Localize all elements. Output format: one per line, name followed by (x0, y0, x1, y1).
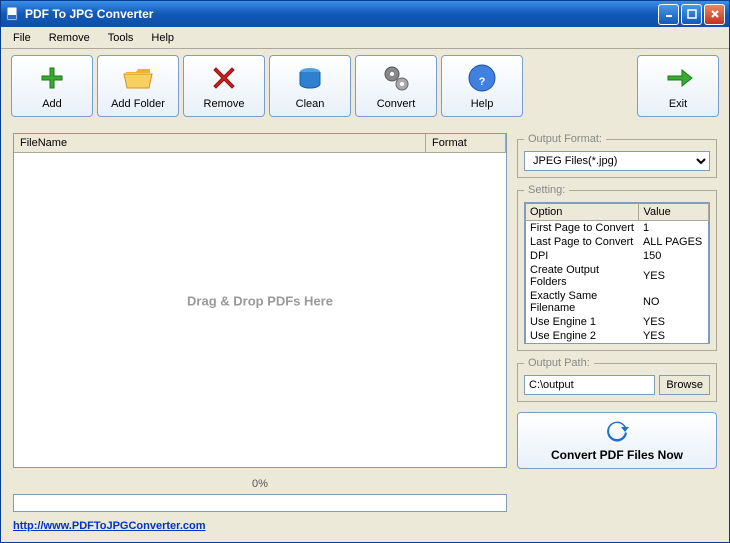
drag-drop-hint: Drag & Drop PDFs Here (187, 293, 333, 308)
window-title: PDF To JPG Converter (25, 7, 658, 21)
clean-label: Clean (296, 98, 325, 110)
output-format-select[interactable]: JPEG Files(*.jpg) (524, 151, 710, 171)
convert-now-button[interactable]: Convert PDF Files Now (517, 412, 717, 469)
browse-button[interactable]: Browse (659, 375, 710, 395)
format-column-header[interactable]: Format (426, 134, 506, 152)
add-label: Add (42, 98, 62, 110)
settings-row[interactable]: First Page to Convert1 (526, 221, 709, 236)
settings-row[interactable]: Use Engine 2YES (526, 329, 709, 344)
menu-remove[interactable]: Remove (41, 30, 98, 46)
add-folder-label: Add Folder (111, 98, 165, 110)
convert-now-label: Convert PDF Files Now (524, 448, 710, 462)
remove-label: Remove (204, 98, 245, 110)
x-icon (208, 62, 240, 94)
gears-icon (380, 62, 412, 94)
file-list[interactable]: FileName Format Drag & Drop PDFs Here (13, 133, 507, 468)
output-format-legend: Output Format: (524, 133, 606, 145)
left-panel: FileName Format Drag & Drop PDFs Here 0%… (13, 133, 507, 532)
app-icon (5, 6, 21, 22)
output-format-group: Output Format: JPEG Files(*.jpg) (517, 133, 717, 178)
settings-value-cell: NO (639, 289, 709, 315)
list-header: FileName Format (14, 134, 506, 153)
settings-option-cell: First Page to Convert (526, 221, 639, 236)
settings-option-cell: Exactly Same Filename (526, 289, 639, 315)
settings-group: Setting: Option Value First Page to Conv… (517, 184, 717, 351)
settings-value-cell: ALL PAGES (639, 235, 709, 249)
website-link-area: http://www.PDFToJPGConverter.com (13, 520, 507, 532)
menu-file[interactable]: File (5, 30, 39, 46)
settings-option-cell: Use Engine 2 (526, 329, 639, 344)
app-window: PDF To JPG Converter File Remove Tools H… (0, 0, 730, 543)
settings-value-cell: 150 (639, 249, 709, 263)
settings-table[interactable]: Option Value First Page to Convert1Last … (525, 203, 709, 344)
clean-icon (294, 62, 326, 94)
filename-column-header[interactable]: FileName (14, 134, 426, 152)
svg-text:?: ? (479, 76, 486, 88)
website-link[interactable]: http://www.PDFToJPGConverter.com (13, 520, 206, 532)
settings-row[interactable]: Exactly Same FilenameNO (526, 289, 709, 315)
right-panel: Output Format: JPEG Files(*.jpg) Setting… (517, 133, 717, 532)
convert-button[interactable]: Convert (355, 55, 437, 117)
add-button[interactable]: Add (11, 55, 93, 117)
close-button[interactable] (704, 4, 725, 25)
help-button[interactable]: ? Help (441, 55, 523, 117)
progress-area: 0% (13, 478, 507, 512)
settings-value-cell: 1 (639, 221, 709, 236)
settings-row[interactable]: Last Page to ConvertALL PAGES (526, 235, 709, 249)
settings-row[interactable]: Use Engine 1YES (526, 315, 709, 329)
content-area: FileName Format Drag & Drop PDFs Here 0%… (1, 123, 729, 542)
output-path-input[interactable] (524, 375, 655, 395)
progress-bar (13, 494, 507, 512)
settings-option-cell: Create Output Folders (526, 263, 639, 289)
refresh-icon (605, 419, 629, 443)
menu-tools[interactable]: Tools (100, 30, 142, 46)
clean-button[interactable]: Clean (269, 55, 351, 117)
help-label: Help (471, 98, 494, 110)
exit-label: Exit (669, 98, 687, 110)
settings-value-header[interactable]: Value (639, 204, 709, 221)
output-path-group: Output Path: Browse (517, 357, 717, 402)
maximize-button[interactable] (681, 4, 702, 25)
folder-icon (122, 62, 154, 94)
settings-option-cell: DPI (526, 249, 639, 263)
settings-value-cell: YES (639, 263, 709, 289)
remove-button[interactable]: Remove (183, 55, 265, 117)
exit-button[interactable]: Exit (637, 55, 719, 117)
settings-row[interactable]: DPI150 (526, 249, 709, 263)
settings-row[interactable]: Create Output FoldersYES (526, 263, 709, 289)
menubar: File Remove Tools Help (1, 27, 729, 49)
progress-label: 0% (13, 478, 507, 490)
settings-option-cell: Use Engine 1 (526, 315, 639, 329)
toolbar: Add Add Folder Remove Clean Convert ? He… (1, 49, 729, 123)
settings-option-header[interactable]: Option (526, 204, 639, 221)
settings-legend: Setting: (524, 184, 569, 196)
plus-icon (36, 62, 68, 94)
help-icon: ? (466, 62, 498, 94)
settings-value-cell: YES (639, 315, 709, 329)
output-path-legend: Output Path: (524, 357, 594, 369)
settings-value-cell: YES (639, 329, 709, 344)
titlebar: PDF To JPG Converter (1, 1, 729, 27)
settings-option-cell: Last Page to Convert (526, 235, 639, 249)
add-folder-button[interactable]: Add Folder (97, 55, 179, 117)
menu-help[interactable]: Help (143, 30, 182, 46)
convert-label: Convert (377, 98, 416, 110)
minimize-button[interactable] (658, 4, 679, 25)
exit-arrow-icon (662, 62, 694, 94)
